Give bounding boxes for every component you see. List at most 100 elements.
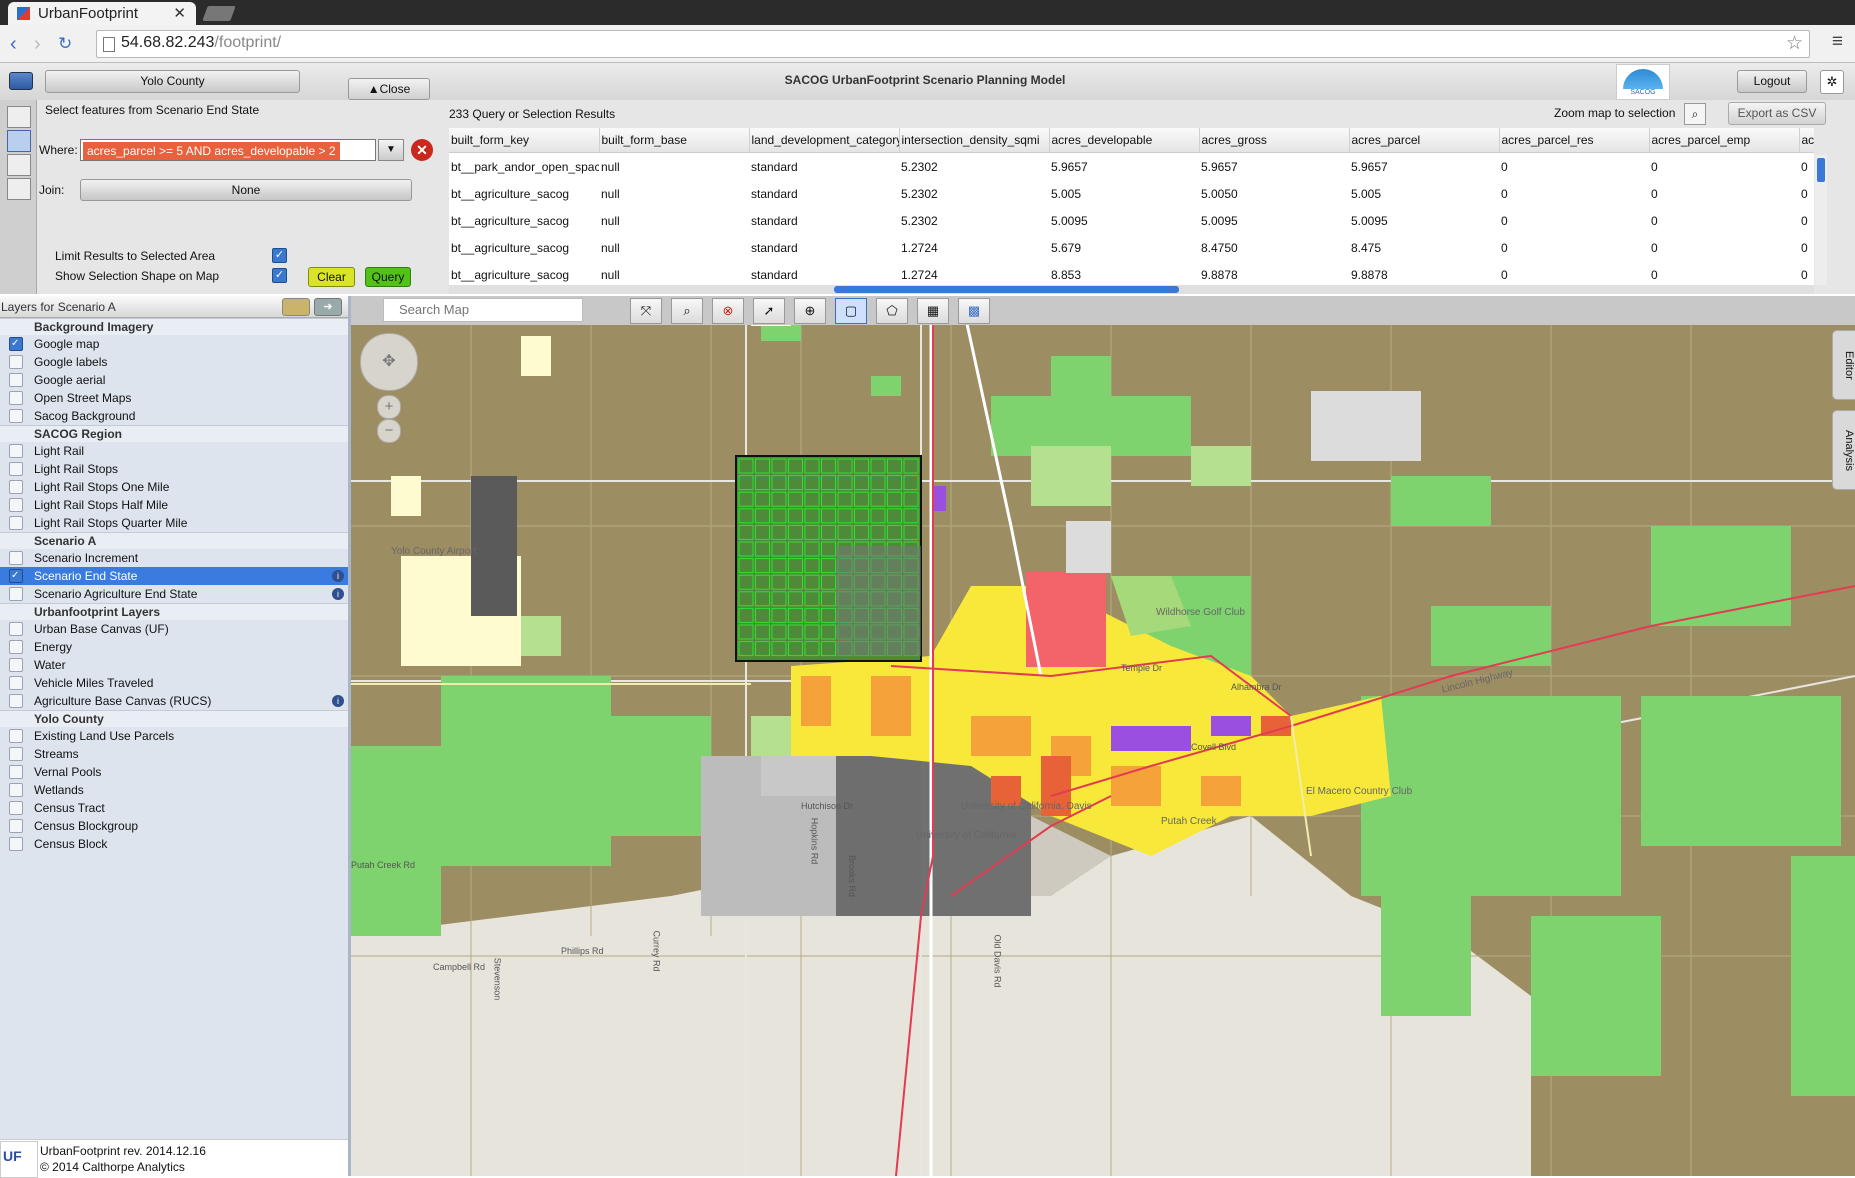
limit-results-checkbox[interactable]: ✓ <box>272 248 287 263</box>
table-row[interactable]: bt__agriculture_sacog null standard 1.2724 5… <box>449 234 1814 261</box>
layer-item[interactable]: Scenario Increment <box>0 549 348 567</box>
layer-checkbox[interactable] <box>9 335 23 353</box>
pointer-icon[interactable]: ➚ <box>753 298 785 324</box>
browser-tab[interactable]: UrbanFootprint ✕ <box>8 2 196 25</box>
new-tab-button[interactable] <box>202 6 236 21</box>
box-select-icon[interactable]: ▢ <box>835 298 867 324</box>
layer-checkbox[interactable] <box>9 765 23 779</box>
layer-item[interactable]: Google aerial <box>0 371 348 389</box>
layer-item[interactable]: Scenario Agriculture End State i <box>0 585 348 603</box>
bug-report-icon[interactable]: ✲ <box>1820 70 1844 94</box>
table-row[interactable]: bt__agriculture_sacog null standard 1.2724 8… <box>449 261 1814 285</box>
zoom-icon[interactable]: ⌕ <box>671 298 703 324</box>
clear-where-icon[interactable]: ✕ <box>411 139 433 161</box>
layer-item[interactable]: Vernal Pools <box>0 763 348 781</box>
column-header[interactable]: acres_parcel_emp <box>1649 128 1800 153</box>
grid-horizontal-scrollbar[interactable] <box>449 285 1814 294</box>
layer-checkbox[interactable] <box>9 498 23 512</box>
layer-item[interactable]: Google map <box>0 335 348 353</box>
layer-checkbox[interactable] <box>9 622 23 636</box>
layer-item[interactable]: Energy <box>0 638 348 656</box>
layer-item[interactable]: Water <box>0 656 348 674</box>
checklist-tab-icon[interactable] <box>7 178 31 200</box>
layer-item[interactable]: Light Rail Stops Half Mile <box>0 496 348 514</box>
layer-checkbox[interactable] <box>9 409 23 423</box>
layer-checkbox[interactable] <box>9 837 23 851</box>
info-icon[interactable]: i <box>332 588 344 600</box>
layer-checkbox[interactable] <box>9 694 23 708</box>
editor-tab[interactable]: Editor <box>1832 330 1855 400</box>
table-icon[interactable]: ▦ <box>917 298 949 324</box>
table-row[interactable]: bt__agriculture_sacog null standard 5.2302 5… <box>449 207 1814 234</box>
grid-vertical-scrollbar[interactable] <box>1815 155 1827 285</box>
forward-icon[interactable]: › <box>34 33 41 56</box>
layer-item[interactable]: Light Rail <box>0 442 348 460</box>
region-selector-button[interactable]: Yolo County <box>45 70 300 93</box>
map-search-input[interactable] <box>383 298 583 322</box>
layer-checkbox[interactable] <box>9 391 23 405</box>
show-shape-checkbox[interactable]: ✓ <box>272 268 287 283</box>
where-dropdown-button[interactable]: ▼ <box>378 139 404 161</box>
app-menu-button[interactable] <box>9 72 33 90</box>
analysis-tab[interactable]: Analysis <box>1832 410 1855 490</box>
column-header[interactable]: land_development_category <box>749 128 900 153</box>
layer-checkbox[interactable] <box>9 729 23 743</box>
column-header[interactable]: intersection_density_sqmi <box>899 128 1050 153</box>
column-header[interactable]: acres_parcel_res <box>1499 128 1650 153</box>
column-header[interactable]: acres_gross <box>1199 128 1350 153</box>
polygon-select-icon[interactable]: ⬠ <box>876 298 908 324</box>
query-button[interactable]: Query <box>365 267 411 287</box>
layer-checkbox[interactable] <box>9 480 23 494</box>
layer-checkbox[interactable] <box>9 783 23 797</box>
layer-item[interactable]: Light Rail Stops <box>0 460 348 478</box>
layer-item[interactable]: Scenario End State i <box>0 567 348 585</box>
layer-checkbox[interactable] <box>9 747 23 761</box>
zoom-out-button[interactable]: − <box>377 419 401 443</box>
layer-item[interactable]: Existing Land Use Parcels <box>0 727 348 745</box>
layer-item[interactable]: Streams <box>0 745 348 763</box>
pan-control-icon[interactable]: ✥ <box>360 333 418 391</box>
layer-style-icon[interactable] <box>282 298 310 316</box>
layer-arrow-icon[interactable]: ➜ <box>314 298 342 316</box>
column-header[interactable]: acres_parcel <box>1349 128 1500 153</box>
layer-item[interactable]: Census Block <box>0 835 348 853</box>
table-row[interactable]: bt__agriculture_sacog null standard 5.2302 5… <box>449 180 1814 207</box>
layer-checkbox[interactable] <box>9 462 23 476</box>
table-tab-icon[interactable] <box>7 130 31 152</box>
layer-item[interactable]: Wetlands <box>0 781 348 799</box>
layer-item[interactable]: Urban Base Canvas (UF) <box>0 620 348 638</box>
info-icon[interactable]: i <box>332 695 344 707</box>
layer-item[interactable]: Vehicle Miles Traveled <box>0 674 348 692</box>
close-panel-button[interactable]: ▲Close <box>348 78 430 100</box>
info-icon[interactable]: i <box>332 570 344 582</box>
layer-checkbox[interactable] <box>9 444 23 458</box>
column-header[interactable]: built_form_base <box>599 128 750 153</box>
layer-item[interactable]: Open Street Maps <box>0 389 348 407</box>
join-select[interactable]: None <box>80 179 412 201</box>
layer-checkbox[interactable] <box>9 640 23 654</box>
logout-button[interactable]: Logout <box>1737 70 1807 93</box>
legend-icon[interactable]: ▩ <box>958 298 990 324</box>
browser-menu-icon[interactable]: ≡ <box>1832 31 1843 53</box>
layer-checkbox[interactable] <box>9 551 23 565</box>
export-csv-button[interactable]: Export as CSV <box>1728 102 1826 125</box>
zoom-extent-icon[interactable]: ⤧ <box>630 298 662 324</box>
where-input[interactable]: acres_parcel >= 5 AND acres_developable … <box>80 139 376 161</box>
layer-item[interactable]: Sacog Background <box>0 407 348 425</box>
layer-checkbox[interactable] <box>9 355 23 369</box>
back-icon[interactable]: ‹ <box>10 33 17 56</box>
map-canvas[interactable]: Yolo County Airport Wildhorse Golf Club … <box>351 296 1855 1176</box>
table-row[interactable]: bt__park_andor_open_space null standard 5.2… <box>449 153 1814 181</box>
layer-item[interactable]: Google labels <box>0 353 348 371</box>
layer-item[interactable]: Light Rail Stops One Mile <box>0 478 348 496</box>
layer-checkbox[interactable] <box>9 516 23 530</box>
layer-checkbox[interactable] <box>9 567 23 585</box>
reload-icon[interactable]: ↻ <box>58 34 72 54</box>
layer-checkbox[interactable] <box>9 801 23 815</box>
layer-item[interactable]: Census Tract <box>0 799 348 817</box>
column-header[interactable]: ac <box>1799 128 1814 153</box>
layer-checkbox[interactable] <box>9 676 23 690</box>
clear-button[interactable]: Clear <box>308 267 355 287</box>
layer-checkbox[interactable] <box>9 373 23 387</box>
address-bar[interactable]: 54.68.82.243/footprint/ ☆ <box>96 30 1810 58</box>
